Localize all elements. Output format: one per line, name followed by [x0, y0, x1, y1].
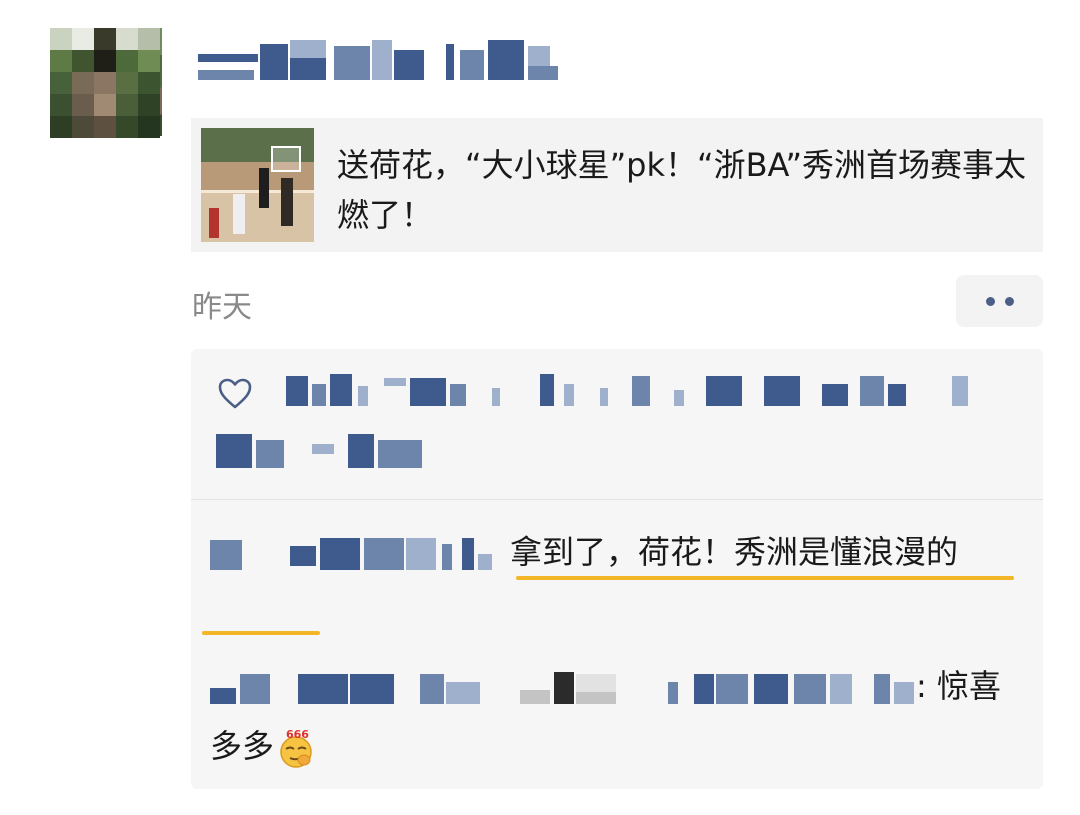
more-actions-button[interactable] [956, 275, 1043, 327]
comment-author-redacted[interactable] [210, 668, 916, 708]
comment-text: 拿到了，荷花！秀洲是懂浪漫的 [510, 533, 959, 571]
more-dots-icon-second [1005, 297, 1014, 306]
article-thumbnail [201, 128, 314, 242]
666-emoji-icon: 666 [276, 728, 316, 768]
comment-highlight-underline [516, 576, 1014, 580]
svg-text:666: 666 [286, 729, 309, 741]
moments-post: 送荷花，“大小球星”pk！“浙BA”秀洲首场赛事太燃了！ 昨天 拿到了，荷花！秀… [0, 0, 1080, 815]
section-divider [191, 499, 1043, 500]
avatar[interactable] [50, 28, 162, 138]
shared-article-card[interactable]: 送荷花，“大小球星”pk！“浙BA”秀洲首场赛事太燃了！ [191, 118, 1043, 252]
comment-author-redacted[interactable] [210, 534, 510, 574]
liker-names-redacted[interactable] [216, 370, 1028, 480]
comment-item[interactable]: : 惊喜多多 666 [210, 656, 1030, 776]
heart-icon [218, 378, 252, 409]
comment-highlight-underline [202, 631, 320, 635]
user-name-redacted[interactable] [198, 40, 570, 84]
more-dots-icon [986, 297, 995, 306]
post-time: 昨天 [192, 290, 252, 325]
article-title: 送荷花，“大小球星”pk！“浙BA”秀洲首场赛事太燃了！ [337, 146, 1027, 234]
comment-item[interactable]: 拿到了，荷花！秀洲是懂浪漫的 [210, 522, 1030, 582]
